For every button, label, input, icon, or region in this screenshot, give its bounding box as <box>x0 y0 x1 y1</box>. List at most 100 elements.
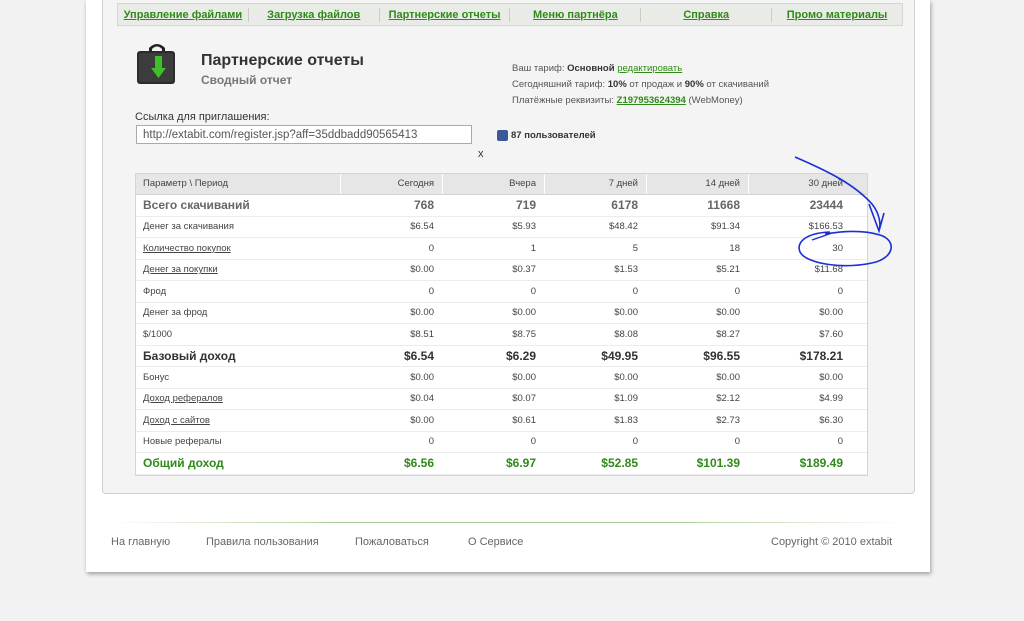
row-value: $0.04 <box>410 393 434 405</box>
row-value: $166.53 <box>808 221 843 233</box>
row-value: $0.00 <box>410 414 434 426</box>
col-header: 14 дней <box>646 174 748 194</box>
table-row: Базовый доход $6.54 $6.29 $49.95 $96.55 $178.… <box>136 346 867 367</box>
nav-upload-files[interactable]: Загрузка файлов <box>249 7 380 22</box>
table-body: Всего скачиваний 768 719 6178 11668 23444 Дене… <box>136 195 867 475</box>
payment-wallet-link[interactable]: Z197953624394 <box>617 95 686 106</box>
invite-url-field[interactable]: http://extabit.com/register.jsp?aff=35dd… <box>136 125 472 144</box>
row-label: Денег за фрод <box>143 307 208 319</box>
tariff-info: Ваш тариф: Основной редактировать Сегодн… <box>512 61 769 109</box>
row-value: $91.34 <box>710 221 740 233</box>
footer-divider <box>110 522 904 523</box>
row-value: $11.68 <box>814 264 843 276</box>
payment-system: (WebMoney) <box>688 95 743 106</box>
row-value: 5 <box>632 242 638 254</box>
row-value: 0 <box>632 285 638 297</box>
row-value: $1.09 <box>614 393 638 405</box>
row-value: $5.21 <box>716 264 740 276</box>
row-label: Общий доход <box>143 456 224 471</box>
row-value: $6.54 <box>410 221 434 233</box>
table-row: Фрод 0 0 0 0 0 <box>136 281 867 303</box>
row-value: $1.83 <box>614 414 638 426</box>
table-row: Количество покупок 0 1 5 18 30 <box>136 238 867 260</box>
row-value: $178.21 <box>799 348 843 363</box>
row-value: $189.49 <box>799 456 843 471</box>
table-row: Бонус $0.00 $0.00 $0.00 $0.00 $0.00 <box>136 367 867 389</box>
row-value: $7.60 <box>819 328 843 340</box>
footer-link-home[interactable]: На главную <box>111 536 170 548</box>
nav-file-management[interactable]: Управление файлами <box>118 7 249 22</box>
footer-link-rules[interactable]: Правила пользования <box>206 536 319 548</box>
table-row: Денег за покупки $0.00 $0.37 $1.53 $5.21 $11.… <box>136 260 867 281</box>
footer-link-complain[interactable]: Пожаловаться <box>355 536 429 548</box>
table-row: Общий доход $6.56 $6.97 $52.85 $101.39 $189.4… <box>136 453 867 475</box>
row-value: 0 <box>530 436 536 448</box>
row-value: $2.73 <box>716 414 740 426</box>
row-value: 0 <box>734 285 740 297</box>
row-value: 0 <box>734 436 740 448</box>
row-value: $0.00 <box>716 371 740 383</box>
plan-label: Ваш тариф: <box>512 63 565 74</box>
row-value: $0.00 <box>819 307 843 319</box>
today-sales-pct: 10% <box>607 79 627 90</box>
close-icon[interactable]: x <box>478 148 484 160</box>
invite-label: Ссылка для приглашения: <box>135 111 270 123</box>
payment-label: Платёжные реквизиты: <box>512 95 614 106</box>
row-value: 30 <box>832 242 843 254</box>
row-value: $6.56 <box>403 456 434 471</box>
col-header: 30 дней <box>748 174 851 194</box>
row-value: $96.55 <box>703 348 740 363</box>
like-count: 87 пользователей <box>511 130 596 141</box>
footer-link-about[interactable]: О Сервисе <box>468 536 523 548</box>
row-value: $0.00 <box>410 307 434 319</box>
row-label: $/1000 <box>143 328 173 340</box>
col-header: Вчера <box>442 174 544 194</box>
row-value: $0.00 <box>716 307 740 319</box>
briefcase-icon <box>137 44 175 84</box>
row-value: 1 <box>530 242 536 254</box>
nav-partner-menu[interactable]: Меню партнёра <box>510 7 642 22</box>
row-value: $0.00 <box>614 371 638 383</box>
row-value: $0.00 <box>614 307 638 319</box>
page-subtitle: Сводный отчет <box>201 73 293 87</box>
table-row: Доход рефералов $0.04 $0.07 $1.09 $2.12 $4.99 <box>136 389 867 410</box>
row-value: 0 <box>428 285 434 297</box>
row-value: 0 <box>428 436 434 448</box>
today-mid-text: от продаж и <box>629 79 683 90</box>
row-value: $5.93 <box>512 221 536 233</box>
today-tariff-label: Сегодняшний тариф: <box>512 79 606 90</box>
table-row: Новые рефералы 0 0 0 0 0 <box>136 432 867 453</box>
facebook-like[interactable]: 87 пользователей <box>497 130 596 141</box>
edit-plan-link[interactable]: редактировать <box>617 63 682 74</box>
row-value: $0.00 <box>512 371 536 383</box>
table-row: Денег за фрод $0.00 $0.00 $0.00 $0.00 $0.00 <box>136 303 867 324</box>
row-value: $101.39 <box>696 456 740 471</box>
row-label[interactable]: Количество покупок <box>136 243 340 254</box>
nav-help[interactable]: Справка <box>641 7 773 22</box>
nav-partner-reports[interactable]: Партнерские отчеты <box>380 7 511 22</box>
row-label: Новые рефералы <box>143 436 222 448</box>
row-value: $0.00 <box>819 371 843 383</box>
nav-promo-materials[interactable]: Промо материалы <box>772 8 902 22</box>
plan-value: Основной <box>567 63 615 74</box>
row-label[interactable]: Денег за покупки <box>136 264 340 275</box>
col-header: 7 дней <box>544 174 646 194</box>
row-label: Бонус <box>143 371 170 383</box>
row-value: $0.00 <box>512 307 536 319</box>
row-value: $6.30 <box>819 414 843 426</box>
row-value: $2.12 <box>716 393 740 405</box>
row-label: Фрод <box>143 285 167 297</box>
today-end-text: от скачиваний <box>706 79 770 90</box>
row-value: $4.99 <box>819 393 843 405</box>
row-value: $49.95 <box>601 348 638 363</box>
row-value: 11668 <box>707 198 740 213</box>
row-value: 719 <box>515 198 536 213</box>
row-value: 0 <box>837 436 843 448</box>
row-value: $0.61 <box>512 414 536 426</box>
row-value: 18 <box>729 242 740 254</box>
row-label[interactable]: Доход с сайтов <box>136 415 340 426</box>
row-value: $8.75 <box>512 328 536 340</box>
row-value: 0 <box>632 436 638 448</box>
row-value: $0.00 <box>410 264 434 276</box>
row-label[interactable]: Доход рефералов <box>136 393 340 404</box>
